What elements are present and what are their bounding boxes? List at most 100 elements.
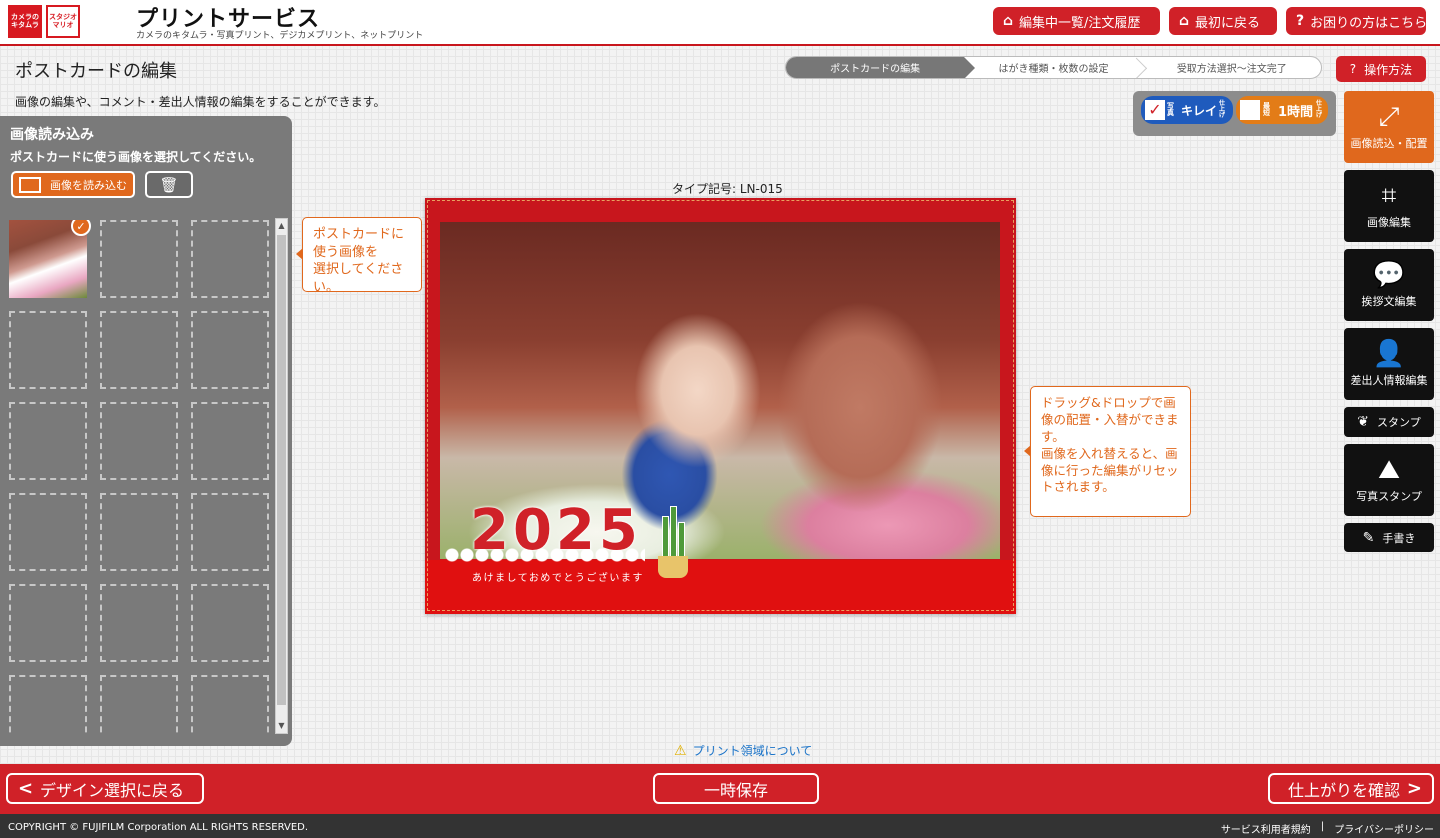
step-card-settings: はがき種類・枚数の設定 [964, 57, 1142, 78]
speech-bubble-icon: 💬 [1372, 259, 1406, 290]
selected-check-icon: ✓ [71, 220, 91, 236]
kitamura-logo[interactable]: カメラのキタムラ [8, 5, 42, 38]
crop-icon: ⌗ [1381, 180, 1397, 211]
tool-stamp-label: スタンプ [1377, 416, 1421, 429]
step-edit-postcard: ポストカードの編集 [786, 57, 976, 78]
scroll-down-icon[interactable]: ▼ [276, 720, 287, 732]
thumbnail-slot[interactable] [100, 220, 178, 298]
thumbnail-slot[interactable] [191, 584, 269, 662]
thumbnail-slot[interactable] [100, 584, 178, 662]
page-title: ポストカードの編集 [15, 61, 177, 82]
load-image-label: 画像を読み込む [50, 178, 127, 192]
tool-sender-edit-label: 差出人情報編集 [1350, 373, 1428, 387]
scroll-up-icon[interactable]: ▲ [276, 220, 287, 232]
terms-link[interactable]: サービス利用者規約 [1221, 821, 1311, 836]
thumbnail-scrollbar[interactable]: ▲ ▼ [275, 218, 288, 734]
tool-handwriting-label: 手書き [1382, 531, 1416, 545]
help-center-button[interactable]: ? お困りの方はこちら [1286, 7, 1428, 35]
panel-title: 画像読み込み [10, 127, 94, 143]
print-area-frame [427, 200, 1014, 611]
edit-list-button[interactable]: ⌂ 編集中一覧/注文履歴 [993, 7, 1160, 35]
load-image-button[interactable]: 画像を読み込む [11, 171, 135, 198]
thumbnail-slot[interactable] [9, 402, 87, 480]
type-code: タイプ記号: LN-015 [672, 182, 783, 196]
link-separator: | [1320, 821, 1325, 832]
back-to-design-label: デザイン選択に戻る [39, 780, 184, 800]
back-to-design-button[interactable]: < デザイン選択に戻る [6, 773, 204, 804]
temp-save-label: 一時保存 [703, 780, 768, 800]
footer-links: サービス利用者規約 | プライバシーポリシー [1221, 821, 1434, 836]
one-hour-badge: 最短 1時間 仕上げ [1236, 96, 1328, 124]
beautiful-finish-badge: ✓ 写真 キレイ 仕上げ [1141, 96, 1233, 124]
tool-image-load-label: 画像読込・配置 [1350, 136, 1428, 150]
step-checkout: 受取方法選択〜注文完了 [1176, 64, 1287, 75]
badge2-tail: 仕上げ [1316, 100, 1323, 119]
edit-list-label: 編集中一覧/注文履歴 [1019, 15, 1141, 31]
how-to-button[interactable]: ? 操作方法 [1336, 56, 1426, 82]
copyright-text: COPYRIGHT © FUJIFILM Corporation ALL RIG… [8, 822, 309, 833]
chevron-right-icon: > [1406, 778, 1422, 799]
trash-icon: 🗑 [159, 175, 179, 194]
thumbnail-slot[interactable] [9, 675, 87, 736]
image-upload-icon [19, 176, 41, 193]
tool-photo-stamp-label: 写真スタンプ [1356, 489, 1422, 503]
select-image-tooltip: ポストカードに 使う画像を 選択してください。 [296, 217, 422, 295]
badge1-text: キレイ [1181, 103, 1218, 118]
print-area-link[interactable]: ⚠ プリント領域について [674, 742, 812, 759]
tool-sender-edit[interactable]: 👤 差出人情報編集 [1344, 328, 1434, 400]
back-to-start-button[interactable]: ⌂ 最初に戻る [1169, 7, 1277, 35]
thumbnail-slot[interactable] [100, 311, 178, 389]
question-icon: ? [1296, 13, 1305, 29]
tool-handwriting[interactable]: ✎ 手書き [1344, 523, 1434, 552]
stamp-icon: ❦ [1357, 414, 1370, 430]
service-subtitle: カメラのキタムラ・写真プリント、デジカメプリント、ネットプリント [136, 31, 424, 41]
photo-stamp-icon: ⛰ [1378, 454, 1400, 485]
thumbnail-slot[interactable] [191, 220, 269, 298]
home-icon: ⌂ [1179, 13, 1190, 29]
question-icon: ? [1349, 62, 1357, 76]
tool-image-load[interactable]: ⤢ 画像読込・配置 [1344, 91, 1434, 163]
thumbnail-slot[interactable] [9, 584, 87, 662]
back-to-start-label: 最初に戻る [1195, 15, 1261, 31]
home-icon: ⌂ [1003, 13, 1014, 29]
thumbnail-slot[interactable] [191, 402, 269, 480]
thumbnail-slot[interactable] [191, 311, 269, 389]
delete-image-button[interactable]: 🗑 [145, 171, 193, 198]
thumbnail-slot[interactable] [9, 493, 87, 571]
tool-greeting-edit[interactable]: 💬 挨拶文編集 [1344, 249, 1434, 321]
thumbnail-slot[interactable] [100, 402, 178, 480]
person-icon: 👤 [1372, 338, 1406, 369]
pen-icon: ✎ [1362, 529, 1375, 546]
thumbnail-slot[interactable] [191, 675, 269, 736]
privacy-link[interactable]: プライバシーポリシー [1334, 821, 1434, 836]
thumbnail-grid: ✓ [9, 220, 273, 736]
tool-stamp[interactable]: ❦ スタンプ [1344, 407, 1434, 437]
thumbnail-selected[interactable]: ✓ [9, 220, 91, 298]
panel-description: ポストカードに使う画像を選択してください。 [10, 150, 262, 164]
tool-greeting-edit-label: 挨拶文編集 [1361, 294, 1417, 308]
postcard-canvas[interactable]: 2025 あけましておめでとうございます [425, 198, 1016, 614]
confirm-finish-label: 仕上がりを確認 [1287, 780, 1400, 800]
tool-image-edit-label: 画像編集 [1367, 215, 1411, 229]
thumbnail-slot[interactable] [191, 493, 269, 571]
badge2-small: 最短 [1263, 102, 1270, 117]
drag-drop-tooltip: ドラッグ&ドロップで画像の配置・入替ができます。 画像を入れ替えると、画像に行っ… [1024, 386, 1191, 517]
page-description: 画像の編集や、コメント・差出人情報の編集をすることができます。 [15, 95, 386, 109]
temp-save-button[interactable]: 一時保存 [653, 773, 819, 804]
badge2-text: 1時間 [1278, 104, 1314, 120]
warning-icon: ⚠ [674, 742, 687, 759]
help-center-label: お困りの方はこちら [1310, 15, 1428, 31]
tool-image-edit[interactable]: ⌗ 画像編集 [1344, 170, 1434, 242]
how-to-label: 操作方法 [1364, 62, 1413, 77]
chevron-left-icon: < [18, 778, 34, 799]
check-icon: ✓ [1145, 100, 1165, 120]
thumbnail-slot[interactable] [9, 311, 87, 389]
confirm-finish-button[interactable]: 仕上がりを確認 > [1268, 773, 1434, 804]
image-load-icon: ⤢ [1378, 101, 1400, 132]
thumbnail-slot[interactable] [100, 493, 178, 571]
tool-photo-stamp[interactable]: ⛰ 写真スタンプ [1344, 444, 1434, 516]
studio-mario-logo[interactable]: スタジオマリオ [46, 5, 80, 38]
thumbnail-slot[interactable] [100, 675, 178, 736]
scroll-thumb[interactable] [277, 235, 286, 705]
badge1-small: 写真 [1167, 102, 1174, 117]
